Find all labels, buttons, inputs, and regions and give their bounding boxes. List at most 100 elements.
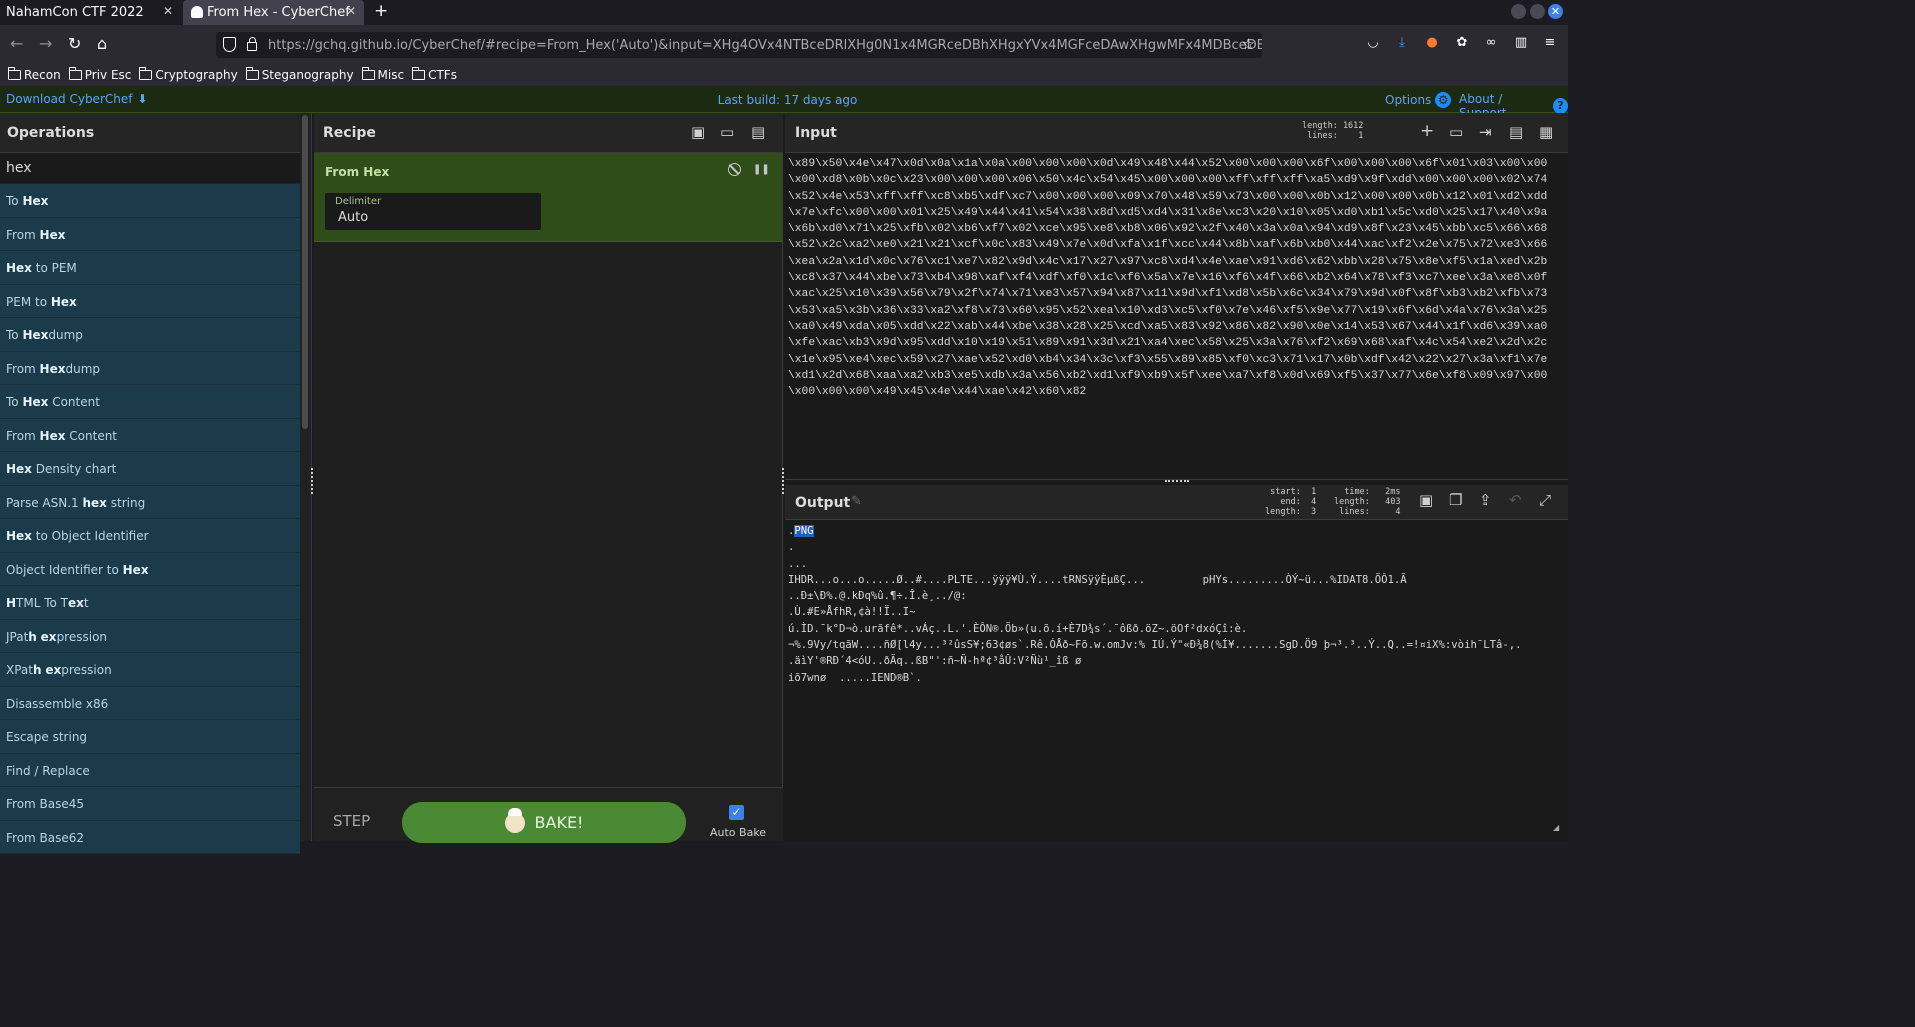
save-icon[interactable]: ▣ (691, 123, 705, 141)
download-cyberchef-link[interactable]: Download CyberChef ⬇ (6, 92, 148, 106)
delimiter-select[interactable]: Delimiter Auto (325, 193, 541, 230)
auto-bake-checkbox[interactable]: ✓ (729, 805, 744, 820)
url-bar[interactable]: https://gchq.github.io/CyberChef/#recipe… (216, 32, 1262, 58)
operation-item[interactable]: Parse ASN.1 hex string (0, 485, 300, 519)
operation-item[interactable]: From Hex Content (0, 418, 300, 452)
minimize-button[interactable] (1511, 4, 1526, 19)
folder-icon (8, 67, 21, 80)
operation-item[interactable]: Escape string (0, 720, 300, 754)
add-icon[interactable]: + (1420, 121, 1434, 141)
navigation-toolbar: ← → ↻ ⌂ https://gchq.github.io/CyberChef… (0, 25, 1568, 64)
operation-text: Object Identifier to (6, 562, 123, 577)
operation-item[interactable]: Disassemble x86 (0, 686, 300, 720)
operation-item[interactable]: HTML To Text (0, 586, 300, 620)
tab-title: From Hex - CyberChef (207, 5, 350, 20)
downloads-icon[interactable]: ⤓ (1395, 36, 1409, 50)
pause-icon[interactable]: ❚❚ (753, 164, 770, 175)
menu-icon[interactable]: ≡ (1543, 36, 1557, 50)
operation-match-text: Hex (122, 562, 149, 577)
operation-item[interactable]: PEM to Hex (0, 284, 300, 318)
close-icon[interactable]: ✕ (346, 4, 356, 18)
bookmark-cryptography[interactable]: Cryptography (139, 67, 238, 82)
maximize-button[interactable] (1530, 4, 1545, 19)
reload-icon[interactable]: ↻ (68, 34, 81, 54)
copy-icon[interactable]: ❐ (1449, 491, 1462, 509)
recipe-title: Recipe (314, 113, 783, 153)
extension-cookie-icon[interactable]: ✿ (1455, 36, 1469, 50)
operation-match-text: Hex (6, 462, 32, 476)
new-tab-button[interactable]: + (374, 1, 388, 21)
layout-icon[interactable]: ▦ (1539, 123, 1553, 141)
operation-match-text: Hex (22, 328, 49, 342)
operation-text: dump (65, 361, 100, 376)
bookmark-label: Cryptography (155, 68, 238, 82)
bookmark-recon[interactable]: Recon (8, 67, 61, 82)
operation-text: Escape string (6, 730, 88, 744)
operation-item[interactable]: From Base45 (0, 787, 300, 821)
trash-icon[interactable]: ▤ (751, 123, 765, 141)
operation-item[interactable]: Hex to Object Identifier (0, 519, 300, 553)
bake-button[interactable]: BAKE! (402, 802, 686, 843)
replace-input-icon[interactable]: ⇪ (1479, 491, 1492, 509)
browser-tab-nahamcon[interactable]: NahamCon CTF 2022 ✕ (0, 0, 181, 25)
bookmark-steganography[interactable]: Steganography (245, 67, 354, 82)
folder-icon (361, 67, 375, 80)
url-path: /CyberChef/#recipe=From_Hex('Auto')&inpu… (408, 37, 1262, 53)
browser-tab-cyberchef[interactable]: From Hex - CyberChef ✕ (183, 0, 364, 25)
operation-item[interactable]: To Hexdump (0, 318, 300, 352)
operation-text: dump (48, 328, 83, 342)
operation-match-text: Hex (39, 428, 66, 443)
open-folder-icon[interactable]: ▭ (1449, 123, 1463, 141)
disable-icon[interactable] (728, 163, 741, 176)
operation-item[interactable]: To Hex (0, 184, 300, 218)
back-arrow-icon[interactable]: ← (10, 34, 23, 54)
operation-item[interactable]: Hex Density chart (0, 452, 300, 486)
bookmark-misc[interactable]: Misc (361, 67, 404, 82)
operation-item[interactable]: JPath expression (0, 619, 300, 653)
panel-resize-handle[interactable] (311, 468, 313, 494)
step-button[interactable]: STEP (333, 812, 370, 830)
operation-item[interactable]: Find / Replace (0, 753, 300, 787)
operation-item[interactable]: From Hex (0, 217, 300, 251)
operation-match-text: Hex (39, 227, 66, 242)
operation-item[interactable]: From Base62 (0, 820, 300, 854)
home-icon[interactable]: ⌂ (97, 34, 107, 54)
input-panel: Input length: 1612 lines: 1 + ▭ ⇥ ▤ ▦ \x… (785, 113, 1568, 479)
options-link[interactable]: Options ⚙ (1385, 92, 1452, 108)
operation-match-text: Hex (6, 529, 32, 543)
resize-grip-icon[interactable]: ◢ (1553, 823, 1559, 832)
operations-scrollbar[interactable] (302, 115, 308, 429)
extension-fox-icon[interactable]: ● (1425, 36, 1439, 50)
load-file-icon[interactable]: ⇥ (1479, 123, 1492, 141)
bookmark-ctfs[interactable]: CTFs (412, 67, 457, 82)
output-textarea[interactable]: .PNG.... IHDR...o...o.....Ø..#....PLTE...… (788, 523, 1566, 686)
bookmark-priv-esc[interactable]: Priv Esc (68, 67, 131, 82)
magic-wand-icon[interactable]: ✎ (851, 494, 862, 509)
forward-arrow-icon[interactable]: → (39, 34, 52, 54)
folder-open-icon[interactable]: ▭ (720, 123, 734, 141)
close-icon[interactable]: ✕ (163, 4, 173, 18)
operations-search-input[interactable] (0, 153, 300, 183)
operation-item[interactable]: From Hexdump (0, 351, 300, 385)
operation-text: From Base45 (6, 797, 85, 811)
bookmark-star-icon[interactable]: ☆ (1242, 35, 1255, 53)
save-output-icon[interactable]: ▣ (1419, 491, 1433, 509)
chef-icon (504, 807, 525, 833)
last-build-text: Last build: 17 days ago (717, 93, 858, 107)
extension-glasses-icon[interactable]: ∞ (1484, 36, 1498, 50)
output-line: .Ù.#E»ÅfhR,¢à!!Ï..I~ (788, 606, 916, 619)
shield-icon (223, 37, 236, 52)
pocket-icon[interactable]: ◡ (1366, 36, 1380, 50)
operation-item[interactable]: Object Identifier to Hex (0, 552, 300, 586)
operation-item[interactable]: Hex to PEM (0, 251, 300, 285)
clear-input-icon[interactable]: ▤ (1509, 123, 1523, 141)
operation-item[interactable]: XPath expression (0, 653, 300, 687)
operation-item[interactable]: To Hex Content (0, 385, 300, 419)
window-close-button[interactable]: ✕ (1548, 4, 1563, 19)
maximize-icon[interactable]: ⤢ (1539, 491, 1551, 509)
extension-trash-icon[interactable]: ▥ (1514, 36, 1528, 50)
panel-resize-handle[interactable] (782, 468, 784, 494)
undo-icon[interactable]: ↶ (1509, 491, 1522, 509)
input-textarea[interactable]: \x89\x50\x4e\x47\x0d\x0a\x1a\x0a\x00\x00… (788, 156, 1564, 400)
recipe-operation-from-hex[interactable]: From Hex ❚❚ Delimiter Auto (314, 153, 782, 242)
